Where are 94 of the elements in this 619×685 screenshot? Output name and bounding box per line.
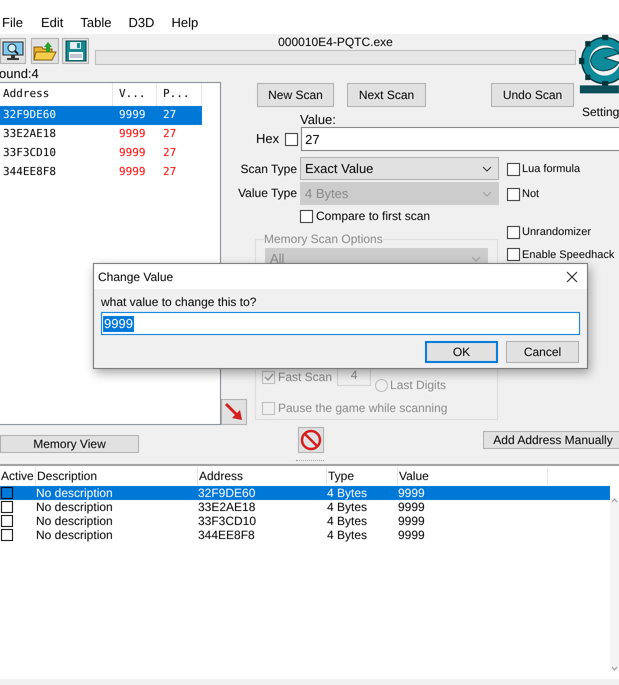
close-button[interactable] bbox=[565, 270, 579, 284]
selected-row[interactable]: 32F9DE60 9999 27 bbox=[0, 106, 202, 125]
menu-item[interactable]: Table bbox=[80, 13, 112, 33]
field-label: Value Type bbox=[237, 184, 298, 202]
field-label: Scan Type bbox=[240, 160, 298, 178]
description-cell-text: No description bbox=[36, 515, 114, 527]
dialog-prompt: what value to change this to? bbox=[101, 295, 258, 309]
menu-item[interactable]: Edit bbox=[40, 13, 64, 33]
value-cell-text: 9999 bbox=[118, 107, 146, 124]
value-cell-text: 9999 bbox=[118, 145, 146, 162]
address-cell-text: 33E2AE18 bbox=[198, 501, 256, 513]
checkbox-label: Pause the game while scanning bbox=[278, 400, 448, 417]
dialog-button[interactable]: OK bbox=[425, 341, 498, 363]
address-cell-text: 344EE8F8 bbox=[2, 164, 57, 180]
value-cell-text: 9999 bbox=[398, 529, 426, 541]
checkbox[interactable] bbox=[507, 226, 520, 239]
previous-value-cell-text: 27 bbox=[162, 164, 178, 180]
add-to-list-button[interactable] bbox=[221, 399, 247, 425]
checkbox[interactable] bbox=[300, 210, 313, 222]
checkbox[interactable] bbox=[1, 515, 13, 527]
selected-row[interactable]: No description 32F9DE60 4 Bytes 9999 bbox=[0, 486, 610, 500]
previous-value-cell-text: 27 bbox=[162, 126, 178, 142]
settings-label[interactable]: Setting bbox=[582, 106, 619, 118]
column-header[interactable]: Active bbox=[0, 467, 36, 485]
checkbox-label: Compare to first scan bbox=[316, 208, 430, 225]
checkbox[interactable] bbox=[1, 529, 13, 541]
dialog-button[interactable]: Cancel bbox=[506, 341, 579, 363]
checkbox[interactable] bbox=[1, 487, 13, 499]
dropdown[interactable]: Exact Value bbox=[300, 157, 499, 180]
value-input[interactable]: 27 bbox=[301, 127, 619, 151]
value-cell-text: 9999 bbox=[118, 164, 146, 180]
diagonal-arrow-icon bbox=[224, 402, 244, 422]
folder-arrow-icon bbox=[33, 41, 57, 61]
type-cell-text: 4 Bytes bbox=[327, 487, 368, 499]
button[interactable]: Undo Scan bbox=[491, 83, 574, 107]
button[interactable]: Memory View bbox=[0, 435, 139, 453]
monitor-magnifier-icon bbox=[2, 41, 24, 61]
previous-value-cell-text: 27 bbox=[162, 145, 178, 162]
description-cell-text: No description bbox=[36, 501, 114, 513]
column-header[interactable]: Description bbox=[36, 467, 198, 485]
hex-label: Hex bbox=[256, 130, 280, 148]
value-cell-text: 9999 bbox=[398, 487, 426, 499]
checkbox[interactable] bbox=[285, 132, 298, 146]
close-icon bbox=[566, 270, 578, 282]
value-label: Value: bbox=[300, 113, 336, 127]
chevron-down-icon bbox=[471, 256, 481, 262]
checkbox-label: Enable Speedhack bbox=[522, 248, 614, 262]
checkbox[interactable] bbox=[1, 501, 13, 513]
address-cell-text: 33E2AE18 bbox=[2, 126, 57, 142]
checkbox[interactable] bbox=[507, 188, 520, 201]
selected-text: 9999 bbox=[103, 316, 134, 332]
button[interactable]: Add Address Manually bbox=[483, 431, 619, 449]
column-header[interactable]: Value bbox=[398, 467, 548, 485]
menu-item[interactable]: D3D bbox=[128, 13, 154, 33]
menu-item[interactable]: Help bbox=[171, 13, 198, 33]
address-cell-text: 33F3CD10 bbox=[198, 515, 258, 527]
address-cell-text: 344EE8F8 bbox=[198, 529, 256, 541]
previous-value-cell-text: 27 bbox=[162, 107, 178, 124]
value-input[interactable]: 9999 bbox=[101, 312, 580, 335]
address-cell-text: 32F9DE60 bbox=[198, 487, 256, 499]
description-cell-text: No description bbox=[36, 487, 114, 499]
open-file-button[interactable] bbox=[31, 38, 59, 64]
button[interactable]: Next Scan bbox=[347, 83, 426, 107]
description-cell-text: No description bbox=[36, 529, 114, 541]
checkbox-label: Not bbox=[522, 187, 540, 202]
chevron-down-icon bbox=[482, 190, 492, 196]
button[interactable]: New Scan bbox=[257, 83, 334, 107]
type-cell-text: 4 Bytes bbox=[327, 515, 368, 527]
menu-item[interactable]: File bbox=[2, 13, 23, 33]
checkbox-label: Fast Scan bbox=[278, 369, 332, 386]
value-cell-text: 9999 bbox=[398, 515, 426, 527]
checkbox-label: Unrandomizer bbox=[522, 225, 592, 240]
value-cell-text: 9999 bbox=[398, 501, 426, 513]
checkbox[interactable] bbox=[507, 162, 520, 176]
dialog-title: Change Value bbox=[98, 268, 174, 286]
column-header[interactable]: Type bbox=[327, 467, 398, 485]
address-cell-text: 32F9DE60 bbox=[2, 107, 57, 124]
chevron-down-icon bbox=[482, 166, 492, 172]
radio-label: Last Digits bbox=[390, 377, 446, 394]
scrollbar[interactable] bbox=[610, 498, 619, 671]
column-header[interactable]: Address bbox=[198, 467, 327, 485]
value-cell-text: 9999 bbox=[118, 126, 146, 142]
group-title: Memory Scan Options bbox=[264, 232, 383, 246]
process-name: 000010E4-PQTC.exe bbox=[278, 36, 393, 48]
check-icon bbox=[264, 372, 274, 382]
address-cell-text: 33F3CD10 bbox=[2, 145, 57, 162]
no-entry-icon bbox=[300, 429, 322, 451]
open-process-button[interactable] bbox=[0, 38, 26, 64]
checkbox-label: Lua formula bbox=[522, 162, 580, 177]
type-cell-text: 4 Bytes bbox=[327, 529, 368, 541]
save-button[interactable] bbox=[62, 38, 89, 64]
stop-button[interactable] bbox=[298, 427, 324, 453]
checkbox[interactable] bbox=[507, 248, 520, 262]
type-cell-text: 4 Bytes bbox=[327, 501, 368, 513]
